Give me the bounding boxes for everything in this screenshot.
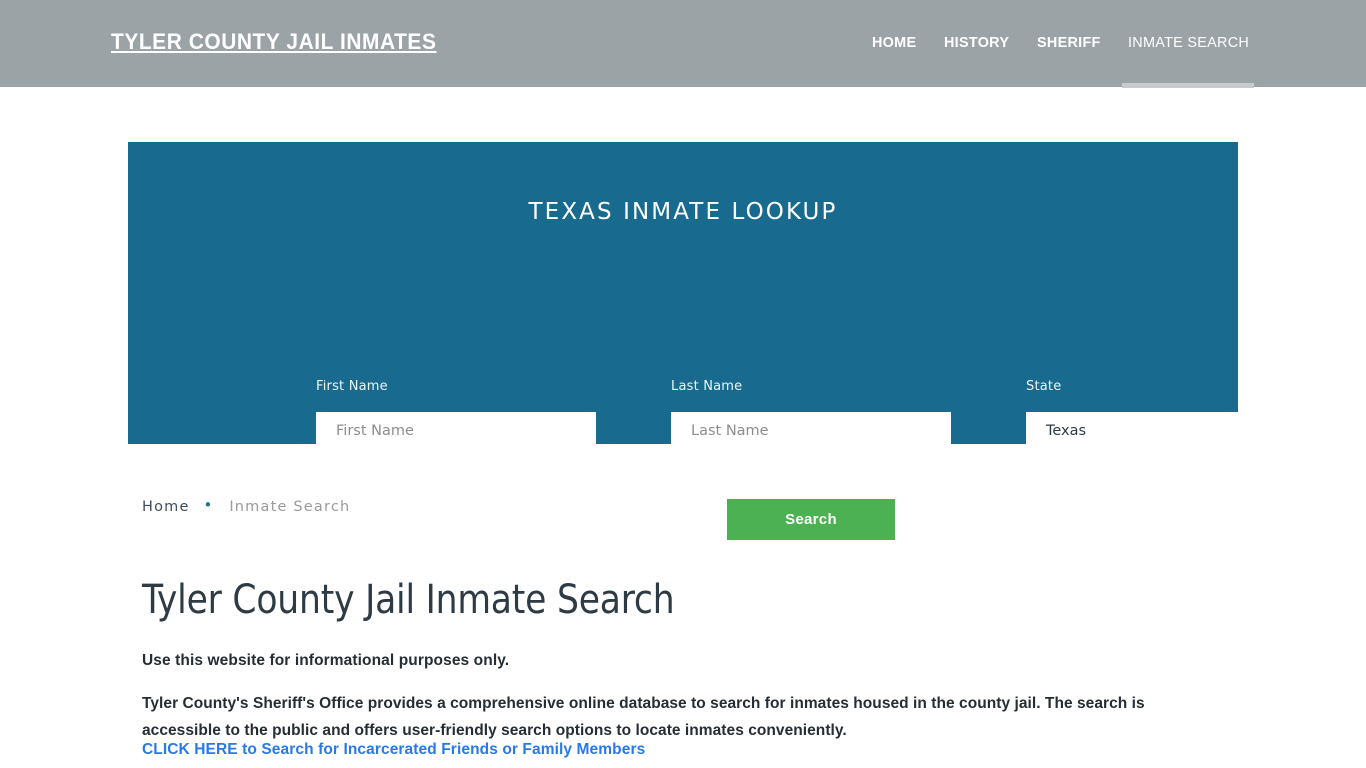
lead-disclaimer-text: Use this website for informational purpo…	[142, 651, 510, 669]
header-inner: Tyler County Jail Inmates Home History S…	[0, 0, 1366, 88]
breadcrumb-home-link[interactable]: Home	[142, 499, 190, 515]
primary-navigation: Home History Sheriff Inmate Search	[872, 32, 1254, 54]
first-name-input[interactable]	[316, 412, 596, 451]
site-logo[interactable]: Tyler County Jail Inmates	[111, 31, 436, 53]
nav-item-history[interactable]: History	[944, 32, 1009, 54]
last-name-label: Last Name	[671, 379, 743, 394]
first-name-label: First Name	[316, 379, 388, 394]
lookup-panel-title: Texas Inmate Lookup	[528, 199, 838, 226]
breadcrumb: Home • Inmate Search	[142, 496, 1242, 517]
state-input[interactable]	[1026, 412, 1306, 451]
breadcrumb-current-page: Inmate Search	[229, 499, 351, 515]
state-label: State	[1026, 379, 1062, 394]
active-nav-indicator	[1122, 83, 1254, 88]
nav-item-home[interactable]: Home	[872, 32, 916, 54]
inmate-lookup-panel: Texas Inmate Lookup First Name Last Name…	[128, 142, 1306, 540]
nav-item-sheriff[interactable]: Sheriff	[1037, 32, 1101, 54]
inmate-search-cta-link[interactable]: CLICK HERE to Search for Incarcerated Fr…	[142, 739, 645, 761]
last-name-input[interactable]	[671, 412, 951, 451]
breadcrumb-separator-dot-icon: •	[203, 496, 214, 514]
nav-item-inmate-search[interactable]: Inmate Search	[1128, 32, 1249, 54]
main-content: Home • Inmate Search Tyler County Jail I…	[142, 496, 1242, 758]
site-header: Tyler County Jail Inmates Home History S…	[0, 0, 1366, 88]
page-title: Tyler County Jail Inmate Search	[142, 577, 675, 623]
description-paragraph: Tyler County's Sheriff's Office provides…	[142, 694, 1145, 739]
